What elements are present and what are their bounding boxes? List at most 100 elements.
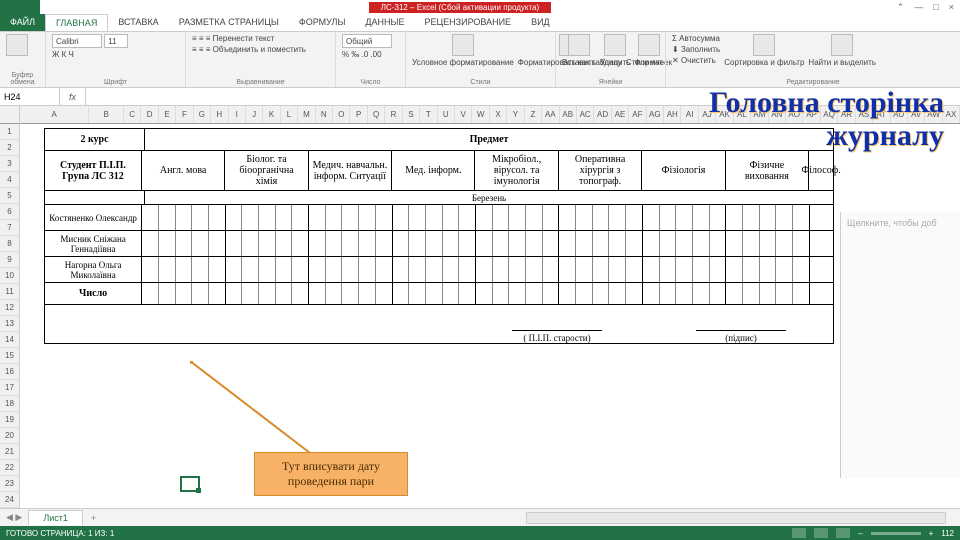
row-header[interactable]: 7 — [0, 220, 19, 236]
col-header[interactable]: AF — [629, 106, 646, 123]
col-header[interactable]: M — [298, 106, 315, 123]
row-header[interactable]: 9 — [0, 252, 19, 268]
col-header[interactable]: AA — [542, 106, 559, 123]
col-header[interactable]: J — [246, 106, 263, 123]
row-header[interactable]: 23 — [0, 476, 19, 492]
view-normal-icon[interactable] — [792, 528, 806, 538]
name-box[interactable]: H24 — [0, 88, 60, 105]
row-header[interactable]: 20 — [0, 428, 19, 444]
row-header[interactable]: 13 — [0, 316, 19, 332]
col-header[interactable]: O — [333, 106, 350, 123]
tab-page-layout[interactable]: РАЗМЕТКА СТРАНИЦЫ — [169, 14, 289, 31]
zoom-slider[interactable] — [871, 532, 921, 535]
row-header[interactable]: 6 — [0, 204, 19, 220]
maximize-button[interactable]: □ — [933, 2, 938, 13]
col-header[interactable]: AE — [612, 106, 629, 123]
merge-center[interactable]: Объединить и поместить — [213, 45, 306, 54]
col-header[interactable]: C — [124, 106, 141, 123]
tab-insert[interactable]: ВСТАВКА — [108, 14, 168, 31]
find-select-icon[interactable] — [831, 34, 853, 56]
row-header[interactable]: 3 — [0, 156, 19, 172]
col-header[interactable]: N — [316, 106, 333, 123]
col-header[interactable]: I — [229, 106, 246, 123]
zoom-value[interactable]: 112 — [941, 529, 954, 538]
col-header[interactable]: H — [211, 106, 228, 123]
quick-access[interactable] — [0, 0, 40, 14]
row-header[interactable]: 10 — [0, 268, 19, 284]
number-buttons[interactable]: % ‰ .0 .00 — [342, 50, 382, 59]
add-sheet-button[interactable]: + — [83, 513, 104, 523]
col-header[interactable]: Q — [368, 106, 385, 123]
tab-formulas[interactable]: ФОРМУЛЫ — [289, 14, 356, 31]
insert-cells-icon[interactable] — [568, 34, 590, 56]
wrap-text[interactable]: Перенести текст — [213, 34, 275, 43]
horizontal-scrollbar[interactable] — [526, 512, 946, 524]
row-header[interactable]: 19 — [0, 412, 19, 428]
row-headers[interactable]: 123456789101112131415161718192021222324 — [0, 106, 20, 510]
close-button[interactable]: × — [949, 2, 954, 13]
row-header[interactable]: 14 — [0, 332, 19, 348]
col-header[interactable]: AI — [681, 106, 698, 123]
col-header[interactable]: U — [438, 106, 455, 123]
col-header[interactable]: G — [194, 106, 211, 123]
row-header[interactable]: 8 — [0, 236, 19, 252]
row-header[interactable]: 12 — [0, 300, 19, 316]
fx-icon[interactable]: fx — [60, 88, 86, 105]
right-panel[interactable]: Щелкните, чтобы доб — [840, 212, 960, 478]
row-header[interactable]: 5 — [0, 188, 19, 204]
row-header[interactable]: 22 — [0, 460, 19, 476]
fill[interactable]: Заполнить — [681, 45, 720, 54]
col-header[interactable]: S — [403, 106, 420, 123]
font-style-buttons[interactable]: Ж К Ч — [52, 50, 74, 59]
col-header[interactable]: AX — [943, 106, 960, 123]
tab-file[interactable]: ФАЙЛ — [0, 14, 45, 31]
row-header[interactable]: 17 — [0, 380, 19, 396]
tab-view[interactable]: ВИД — [521, 14, 560, 31]
col-header[interactable]: AG — [647, 106, 664, 123]
view-break-icon[interactable] — [836, 528, 850, 538]
row-header[interactable]: 16 — [0, 364, 19, 380]
row-header[interactable]: 11 — [0, 284, 19, 300]
font-name[interactable]: Calibri — [52, 34, 102, 48]
col-header[interactable]: P — [350, 106, 367, 123]
zoom-out[interactable]: – — [858, 529, 862, 538]
col-header[interactable]: AH — [664, 106, 681, 123]
row-header[interactable]: 18 — [0, 396, 19, 412]
sheet-nav[interactable]: ◀ ▶ — [0, 512, 28, 523]
row-header[interactable]: 24 — [0, 492, 19, 508]
col-header[interactable]: R — [385, 106, 402, 123]
col-header[interactable]: V — [455, 106, 472, 123]
minimize-button[interactable]: — — [914, 2, 923, 13]
col-header[interactable]: L — [281, 106, 298, 123]
sheet-tab[interactable]: Лист1 — [28, 510, 83, 525]
autosum[interactable]: Автосумма — [679, 34, 720, 43]
col-header[interactable]: T — [420, 106, 437, 123]
col-header[interactable]: Z — [525, 106, 542, 123]
row-header[interactable]: 4 — [0, 172, 19, 188]
paste-icon[interactable] — [6, 34, 28, 56]
clear[interactable]: Очистить — [681, 56, 716, 65]
col-header[interactable]: D — [141, 106, 158, 123]
tab-home[interactable]: ГЛАВНАЯ — [45, 14, 108, 31]
row-header[interactable]: 1 — [0, 124, 19, 140]
tab-data[interactable]: ДАННЫЕ — [355, 14, 414, 31]
ribbon-toggle-icon[interactable]: ⌃ — [897, 2, 905, 13]
col-header[interactable]: AC — [577, 106, 594, 123]
view-layout-icon[interactable] — [814, 528, 828, 538]
col-header[interactable]: K — [263, 106, 280, 123]
col-header[interactable]: Y — [507, 106, 524, 123]
tab-review[interactable]: РЕЦЕНЗИРОВАНИЕ — [415, 14, 522, 31]
font-size[interactable]: 11 — [104, 34, 128, 48]
col-header[interactable]: AD — [594, 106, 611, 123]
col-header[interactable]: F — [176, 106, 193, 123]
row-header[interactable]: 2 — [0, 140, 19, 156]
cond-format-icon[interactable] — [452, 34, 474, 56]
delete-cells-icon[interactable] — [604, 34, 626, 56]
zoom-in[interactable]: + — [929, 529, 934, 538]
worksheet-area[interactable]: 123456789101112131415161718192021222324 … — [0, 106, 960, 510]
format-cells-icon[interactable] — [638, 34, 660, 56]
row-header[interactable]: 21 — [0, 444, 19, 460]
row-header[interactable]: 15 — [0, 348, 19, 364]
col-header[interactable]: X — [490, 106, 507, 123]
number-format[interactable]: Общий — [342, 34, 392, 48]
